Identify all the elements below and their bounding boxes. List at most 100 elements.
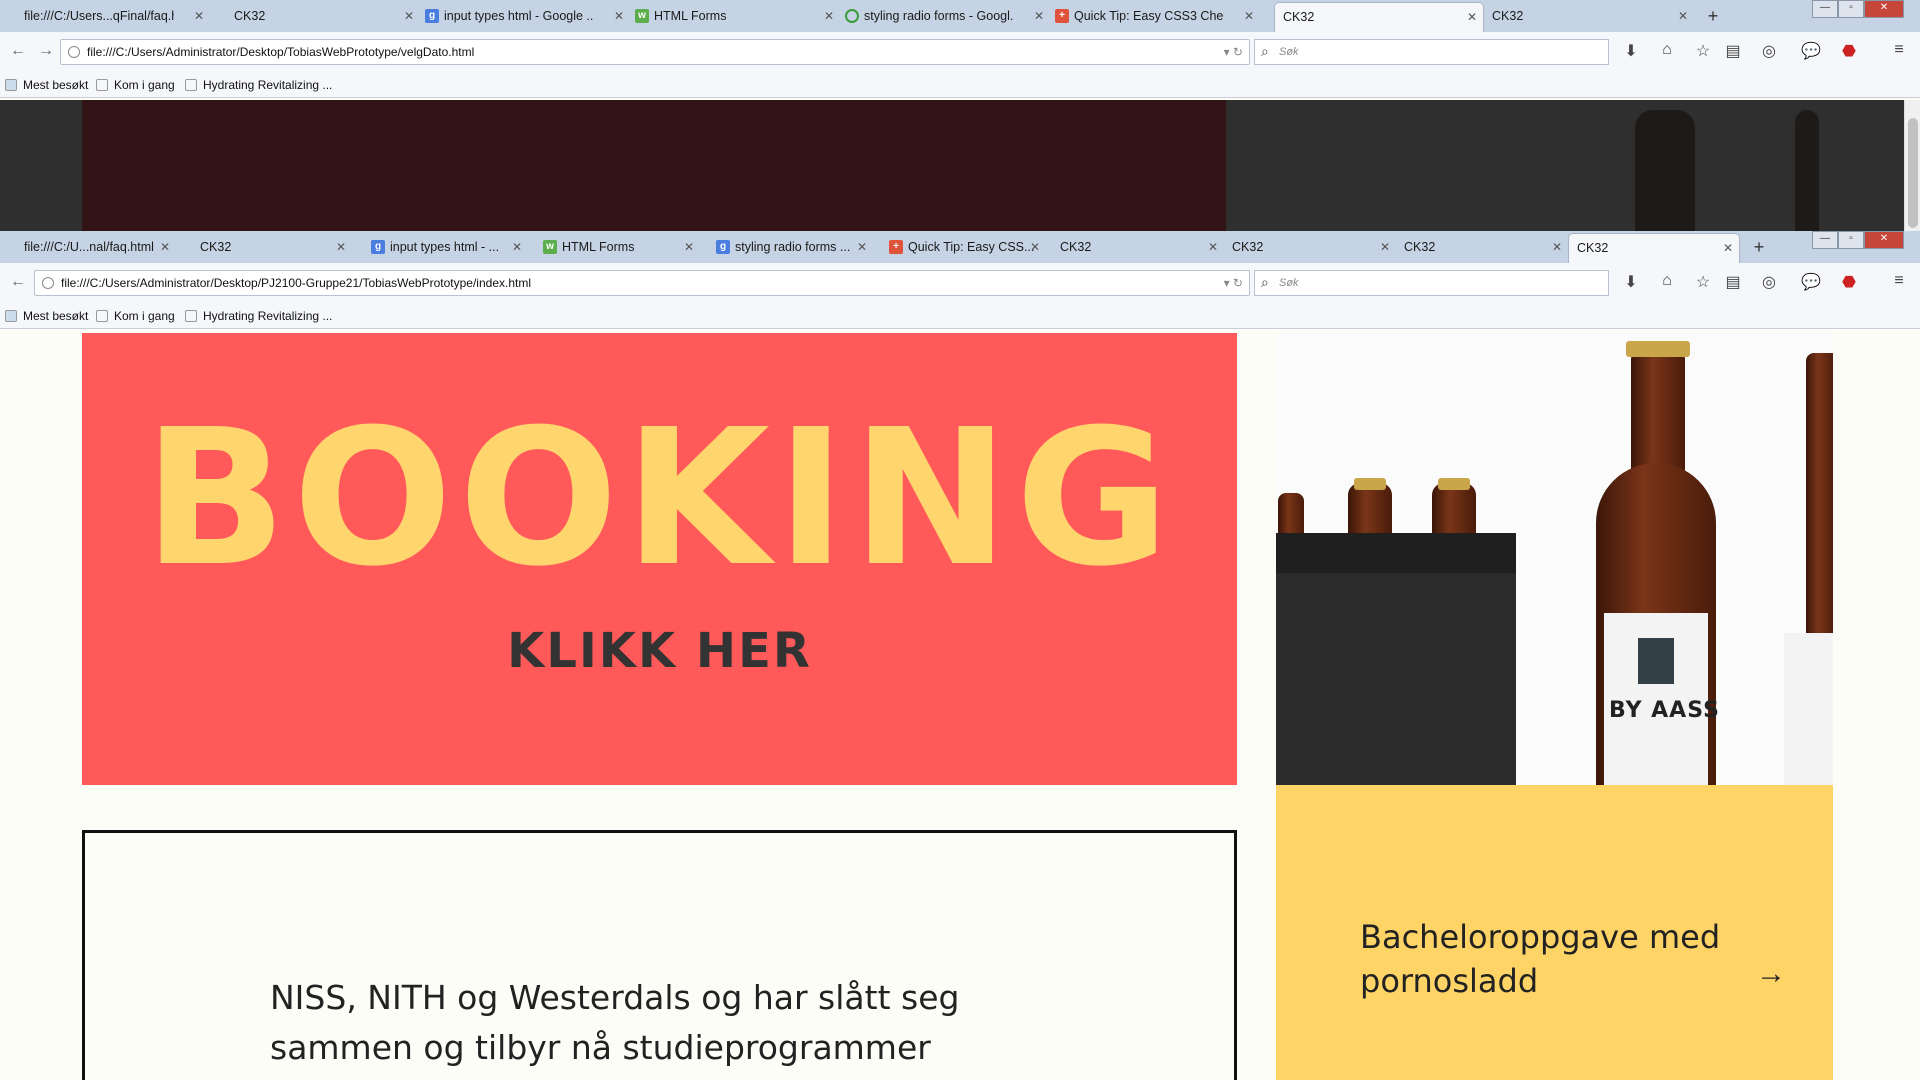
reload-icon[interactable]: ▾ ↻ (1224, 40, 1243, 64)
bookmark-get-started[interactable]: Kom i gang (96, 309, 175, 323)
bookmark-most-visited[interactable]: Mest besøkt (5, 78, 88, 92)
download-icon[interactable]: ⬇ (1620, 41, 1642, 61)
close-icon[interactable]: ✕ (512, 233, 522, 261)
close-window-button[interactable]: ✕ (1864, 231, 1904, 249)
back-arrow-icon[interactable]: ← (10, 42, 26, 60)
star-icon[interactable]: ☆ (1692, 41, 1714, 61)
front-tab-6[interactable]: + Quick Tip: Easy CSS... ✕ (884, 233, 1046, 263)
close-icon[interactable]: ✕ (194, 2, 204, 30)
back-tab-strip: file:///C:/Users...qFinal/faq.html ✕ CK3… (0, 0, 1920, 32)
close-icon[interactable]: ✕ (1467, 3, 1477, 31)
close-icon[interactable]: ✕ (614, 2, 624, 30)
front-tab-5[interactable]: g styling radio forms ... ✕ (711, 233, 873, 263)
bookmark-hydrating[interactable]: Hydrating Revitalizing ... (185, 309, 332, 323)
star-icon[interactable]: ☆ (1692, 272, 1714, 292)
front-tab-1[interactable]: file:///C:/U...nal/faq.html ✕ (0, 233, 176, 263)
new-tab-button[interactable]: + (1700, 2, 1726, 30)
front-tab-10[interactable]: CK32 ✕ (1568, 233, 1740, 263)
back-tab-7[interactable]: CK32 ✕ (1274, 2, 1484, 32)
search-input[interactable]: ⌕ Søk (1254, 39, 1609, 65)
menu-icon[interactable]: ≡ (1888, 41, 1910, 59)
back-tab-5[interactable]: styling radio forms - Googl... ✕ (840, 2, 1050, 32)
maximize-button[interactable]: ▫ (1838, 0, 1864, 18)
pocket-icon[interactable]: ◎ (1758, 41, 1780, 61)
home-icon[interactable]: ⌂ (1656, 41, 1678, 59)
adblock-icon[interactable]: ⬣ (1838, 41, 1860, 61)
maximize-button[interactable]: ▫ (1838, 231, 1864, 249)
back-tab-3[interactable]: g input types html - Google ... ✕ (420, 2, 630, 32)
close-icon[interactable]: ✕ (1034, 2, 1044, 30)
front-tab-2[interactable]: CK32 ✕ (176, 233, 352, 263)
booking-banner[interactable]: BOOKING KLIKK HER (82, 333, 1237, 785)
arrow-right-icon[interactable]: → (1756, 957, 1786, 991)
close-icon[interactable]: ✕ (336, 233, 346, 261)
url-bar[interactable]: file:///C:/Users/Administrator/Desktop/P… (34, 270, 1250, 296)
bookmark-label: Kom i gang (114, 78, 175, 92)
search-input[interactable]: ⌕ Søk (1254, 270, 1609, 296)
back-tab-4[interactable]: w HTML Forms ✕ (630, 2, 840, 32)
chat-icon[interactable]: 💬 (1800, 272, 1822, 292)
close-icon[interactable]: ✕ (1723, 234, 1733, 262)
download-icon[interactable]: ⬇ (1620, 272, 1642, 292)
bookmark-label: Mest besøkt (23, 309, 89, 323)
info-text: NISS, NITH og Westerdals og har slått se… (270, 978, 960, 1080)
bookmark-get-started[interactable]: Kom i gang (96, 78, 175, 92)
bookmark-label: Hydrating Revitalizing ... (203, 309, 333, 323)
back-tab-1[interactable]: file:///C:/Users...qFinal/faq.html ✕ (0, 2, 210, 32)
front-tab-4[interactable]: w HTML Forms ✕ (538, 233, 700, 263)
pocket-icon[interactable]: ◎ (1758, 272, 1780, 292)
back-page-content: BOOKING (0, 100, 1920, 231)
page-content: BOOKING KLIKK HER BY AASS NISS, NITH og … (0, 333, 1920, 1080)
scrollbar-thumb[interactable] (1908, 118, 1918, 228)
close-icon[interactable]: ✕ (1030, 233, 1040, 261)
home-icon[interactable]: ⌂ (1656, 272, 1678, 290)
info-box: NISS, NITH og Westerdals og har slått se… (82, 830, 1237, 1080)
close-icon[interactable]: ✕ (824, 2, 834, 30)
menu-icon[interactable]: ≡ (1888, 272, 1910, 290)
close-icon[interactable]: ✕ (404, 2, 414, 30)
close-icon[interactable]: ✕ (684, 233, 694, 261)
close-window-button[interactable]: ✕ (1864, 0, 1904, 18)
back-booking-title: BOOKING (122, 200, 895, 231)
close-icon[interactable]: ✕ (1244, 2, 1254, 30)
front-tab-7[interactable]: CK32 ✕ (1052, 233, 1224, 263)
bottle-cap (1438, 478, 1470, 490)
url-bar[interactable]: file:///C:/Users/Administrator/Desktop/T… (60, 39, 1250, 65)
booking-cta-link[interactable]: KLIKK HER (82, 623, 1237, 679)
front-bookmarks-bar: Mest besøkt Kom i gang Hydrating Revital… (0, 303, 1920, 329)
reading-list-icon[interactable]: ▤ (1722, 41, 1744, 61)
promo-card[interactable]: Bacheloroppgave med pornosladd → (1276, 785, 1833, 1080)
back-tab-8[interactable]: CK32 ✕ (1484, 2, 1694, 32)
page-icon (185, 79, 197, 91)
close-icon[interactable]: ✕ (1380, 233, 1390, 261)
bookmark-most-visited[interactable]: Mest besøkt (5, 309, 88, 323)
front-tab-9[interactable]: CK32 ✕ (1396, 233, 1568, 263)
google-icon: g (716, 240, 730, 254)
chat-icon[interactable]: 💬 (1800, 41, 1822, 61)
back-arrow-icon[interactable]: ← (10, 273, 26, 291)
scrollbar[interactable] (1904, 100, 1920, 231)
adblock-icon[interactable]: ⬣ (1838, 272, 1860, 292)
close-icon[interactable]: ✕ (160, 233, 170, 261)
tab-label: CK32 (234, 9, 266, 23)
bookmark-label: Mest besøkt (23, 78, 89, 92)
bookmark-hydrating[interactable]: Hydrating Revitalizing ... (185, 78, 332, 92)
new-tab-button[interactable]: + (1746, 233, 1772, 261)
close-icon[interactable]: ✕ (1552, 233, 1562, 261)
reading-list-icon[interactable]: ▤ (1722, 272, 1744, 292)
close-icon[interactable]: ✕ (1678, 2, 1688, 30)
forward-arrow-icon[interactable]: → (38, 42, 54, 60)
back-tab-2[interactable]: CK32 ✕ (210, 2, 420, 32)
tab-label: CK32 (1404, 240, 1436, 254)
minimize-button[interactable]: — (1812, 231, 1838, 249)
front-tab-8[interactable]: CK32 ✕ (1224, 233, 1396, 263)
front-nav-bar: ← file:///C:/Users/Administrator/Desktop… (0, 263, 1920, 303)
tuts-icon: + (1055, 9, 1069, 23)
front-tab-3[interactable]: g input types html - ... ✕ (366, 233, 528, 263)
minimize-button[interactable]: — (1812, 0, 1838, 18)
reload-icon[interactable]: ▾ ↻ (1224, 271, 1243, 295)
close-icon[interactable]: ✕ (857, 233, 867, 261)
back-tab-6[interactable]: + Quick Tip: Easy CSS3 Chec... ✕ (1050, 2, 1260, 32)
tab-label: CK32 (1577, 241, 1609, 255)
close-icon[interactable]: ✕ (1208, 233, 1218, 261)
